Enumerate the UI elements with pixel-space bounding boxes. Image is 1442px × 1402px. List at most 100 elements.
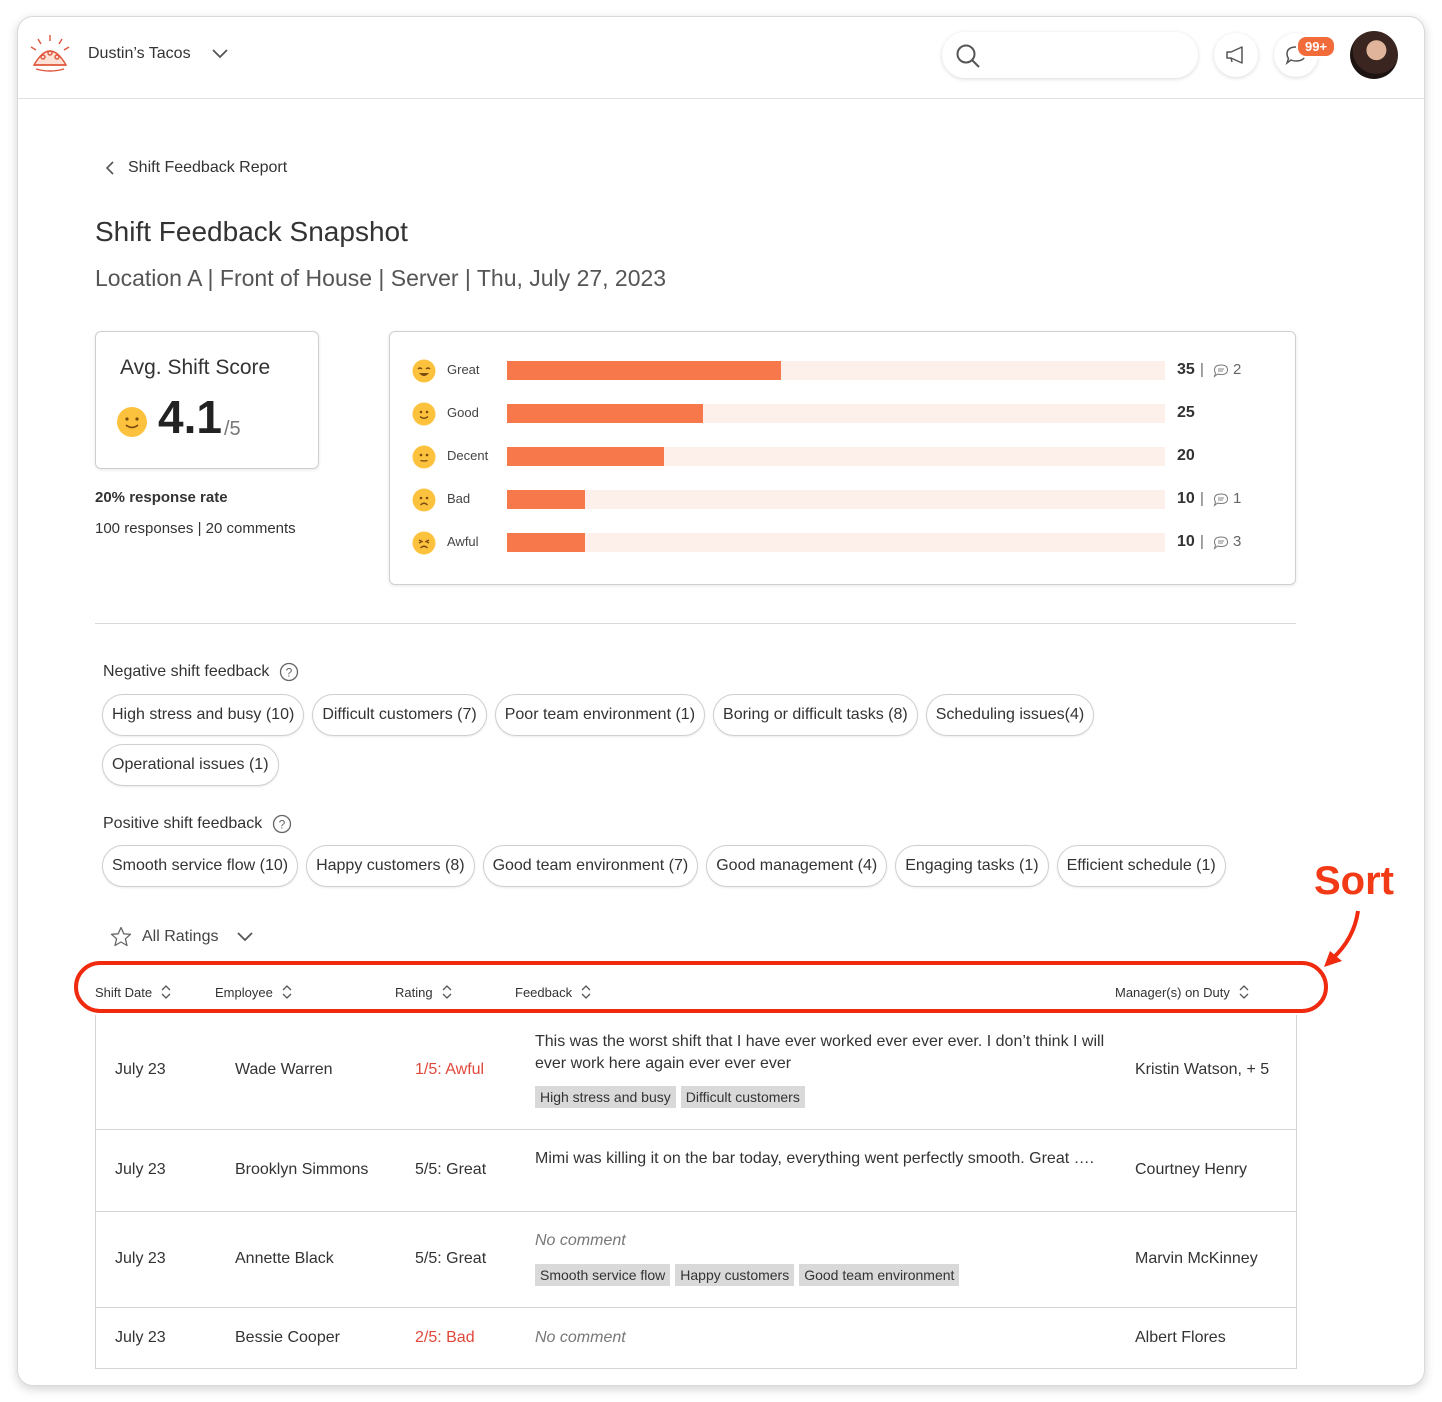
separator: | [1200, 533, 1204, 550]
positive-chip-row: Smooth service flow (10) Happy customers… [102, 845, 1226, 887]
bar-track [507, 404, 1165, 423]
rating-label: Great [447, 362, 480, 377]
comment-icon[interactable] [1213, 535, 1229, 550]
comment-icon[interactable] [1213, 363, 1229, 378]
negative-feedback-label: Negative shift feedback [103, 663, 270, 680]
feedback-text: No comment [535, 1329, 626, 1346]
annotation-arrow-icon [1324, 910, 1360, 967]
chip-efficient-schedule[interactable]: Efficient schedule (1) [1056, 845, 1226, 887]
bar-track [507, 447, 1165, 466]
shift-date: July 23 [115, 1061, 166, 1078]
help-icon[interactable]: ? [279, 662, 299, 682]
bar-awful [507, 533, 585, 552]
rating-count: 10 [1177, 490, 1195, 507]
avatar[interactable] [1350, 31, 1398, 79]
chevron-down-icon [237, 932, 254, 942]
score-max: /5 [224, 418, 241, 440]
notification-badge: 99+ [1296, 35, 1337, 58]
feedback-tags: Smooth service flow Happy customers Good… [535, 1264, 960, 1286]
chip-smooth-service[interactable]: Smooth service flow (10) [102, 845, 299, 887]
search-icon [956, 44, 980, 68]
score-label: Avg. Shift Score [120, 356, 271, 379]
announcements-button[interactable] [1214, 33, 1258, 77]
response-count: 100 responses | 20 comments [95, 520, 296, 537]
chevron-left-icon [105, 161, 114, 175]
feedback-tag: Difficult customers [680, 1086, 805, 1108]
megaphone-icon [1226, 46, 1243, 64]
chip-operational-issues[interactable]: Operational issues (1) [102, 744, 279, 786]
chip-boring-tasks[interactable]: Boring or difficult tasks (8) [713, 694, 918, 736]
star-icon [110, 926, 132, 947]
feedback-tag: High stress and busy [535, 1086, 676, 1108]
sort-annotation-highlight [74, 961, 1328, 1013]
bar-great [507, 361, 781, 380]
feedback-tag: Smooth service flow [535, 1264, 671, 1286]
decent-face-icon [412, 445, 436, 469]
rating-filter-dropdown[interactable]: All Ratings [110, 926, 254, 948]
feedback-text: This was the worst shift that I have eve… [535, 1033, 1105, 1072]
positive-feedback-heading: Positive shift feedback ? [103, 814, 292, 834]
feedback-table: July 23 Wade Warren 1/5: Awful This was … [95, 1015, 1297, 1369]
rating-row-great: Great 35 | 2 [412, 358, 1272, 384]
company-name[interactable]: Dustin’s Tacos [88, 45, 191, 63]
divider [95, 623, 1296, 624]
sort-annotation-label: Sort [1314, 859, 1394, 903]
bar-bad [507, 490, 585, 509]
comment-icon[interactable] [1213, 492, 1229, 507]
chip-happy-customers[interactable]: Happy customers (8) [306, 845, 475, 887]
good-face-icon [412, 402, 436, 426]
comment-count: 1 [1233, 490, 1242, 507]
feedback-tag: Happy customers [675, 1264, 795, 1286]
shift-date: July 23 [115, 1161, 166, 1178]
employee-name: Brooklyn Simmons [235, 1161, 369, 1178]
bad-face-icon [412, 488, 436, 512]
rating-count: 35 [1177, 361, 1195, 378]
chip-good-management[interactable]: Good management (4) [706, 845, 888, 887]
negative-chip-row-2: Operational issues (1) [102, 744, 279, 786]
chevron-down-icon[interactable] [211, 47, 229, 61]
rating-row-bad: Bad 10 | 1 [412, 487, 1272, 513]
bar-track [507, 533, 1165, 552]
rating-label: Decent [447, 448, 489, 463]
employee-name: Bessie Cooper [235, 1329, 340, 1346]
rating-label: Awful [447, 534, 479, 549]
smiley-icon [117, 407, 147, 437]
rating-filter-label: All Ratings [142, 928, 219, 945]
awful-face-icon [412, 531, 436, 555]
manager-on-duty: Marvin McKinney [1135, 1250, 1258, 1267]
chip-poor-team-environment[interactable]: Poor team environment (1) [494, 694, 706, 736]
table-row[interactable]: July 23 Bessie Cooper 2/5: Bad No commen… [96, 1308, 1296, 1369]
taco-logo-icon [30, 35, 70, 72]
rating-count: 25 [1177, 404, 1195, 421]
page-title: Shift Feedback Snapshot [95, 216, 408, 247]
bar-track [507, 361, 1165, 380]
rating-label: Good [447, 405, 479, 420]
avg-score-card: Avg. Shift Score 4.1 /5 [95, 331, 319, 469]
rating-value: 5/5: Great [415, 1161, 487, 1178]
rating-count: 10 [1177, 533, 1195, 550]
breadcrumb-label: Shift Feedback Report [128, 159, 288, 176]
chip-high-stress[interactable]: High stress and busy (10) [102, 694, 305, 736]
manager-on-duty: Albert Flores [1135, 1329, 1226, 1346]
search-input[interactable] [942, 32, 1198, 78]
great-face-icon [412, 359, 436, 383]
top-bar: Dustin’s Tacos 99+ [18, 17, 1424, 99]
app-window: Dustin’s Tacos 99+ Shift Feedback Report… [17, 16, 1425, 1386]
table-row[interactable]: July 23 Brooklyn Simmons 5/5: Great Mimi… [96, 1130, 1296, 1212]
chip-engaging-tasks[interactable]: Engaging tasks (1) [895, 845, 1049, 887]
chip-good-team-environment[interactable]: Good team environment (7) [482, 845, 699, 887]
rating-value: 5/5: Great [415, 1250, 487, 1267]
manager-on-duty: Kristin Watson, + 5 [1135, 1061, 1270, 1078]
table-row[interactable]: July 23 Wade Warren 1/5: Awful This was … [96, 1015, 1296, 1130]
employee-name: Wade Warren [235, 1061, 333, 1078]
response-rate: 20% response rate [95, 489, 228, 506]
breadcrumb[interactable]: Shift Feedback Report [104, 159, 287, 177]
rating-value: 1/5: Awful [415, 1061, 485, 1078]
shift-date: July 23 [115, 1329, 166, 1346]
table-row[interactable]: July 23 Annette Black 5/5: Great No comm… [96, 1212, 1296, 1308]
rating-row-awful: Awful 10 | 3 [412, 530, 1272, 556]
chip-scheduling-issues[interactable]: Scheduling issues(4) [925, 694, 1095, 736]
help-icon[interactable]: ? [272, 814, 292, 834]
svg-text:?: ? [286, 666, 293, 680]
chip-difficult-customers[interactable]: Difficult customers (7) [312, 694, 487, 736]
